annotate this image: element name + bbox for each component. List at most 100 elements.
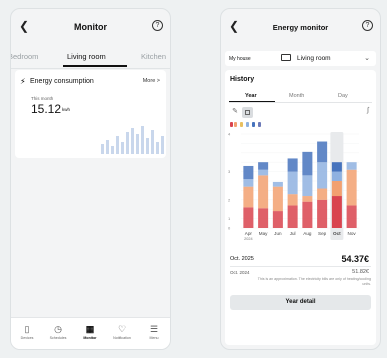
x-tick-label: Apr bbox=[245, 231, 253, 236]
tab-notification[interactable]: ♡ Notification bbox=[108, 323, 136, 340]
mini-bar bbox=[121, 142, 124, 154]
schedule-icon: ◷ bbox=[54, 324, 62, 334]
bar-segment bbox=[346, 162, 357, 170]
compare-period-label: Oct. 2024 bbox=[230, 270, 250, 275]
bar-segment bbox=[346, 205, 357, 228]
tab-day[interactable]: Day bbox=[338, 93, 348, 99]
bar-segment bbox=[287, 194, 298, 206]
history-card: History Year Month Day ✎ ∫ 4 3 2 1 0 Apr 2024 M… bbox=[225, 70, 376, 345]
bar-segment bbox=[243, 165, 254, 180]
mini-bar bbox=[106, 140, 109, 154]
year-detail-button[interactable]: Year detail bbox=[230, 295, 371, 310]
bar-segment bbox=[302, 175, 313, 197]
room-tabs: Bedroom Living room Kitchen bbox=[11, 49, 170, 67]
help-icon[interactable]: ? bbox=[362, 20, 373, 31]
bar-segment bbox=[243, 207, 254, 228]
monitor-screen: ❮ Monitor ? Bedroom Living room Kitchen … bbox=[10, 8, 171, 350]
chevron-down-icon: ⌄ bbox=[364, 55, 370, 62]
page-title: Monitor bbox=[74, 22, 107, 32]
history-title: History bbox=[230, 76, 255, 83]
room-name: Living room bbox=[297, 55, 331, 62]
page-title: Energy monitor bbox=[272, 22, 329, 32]
pencil-icon[interactable]: ✎ bbox=[230, 107, 240, 117]
bottom-tab-bar: ▯ Devices ◷ Schedules ▦ Monitor ♡ Notifi… bbox=[11, 317, 170, 349]
x-tick-label: Jul bbox=[290, 231, 296, 236]
bar-segment bbox=[331, 196, 342, 228]
mini-bar bbox=[111, 146, 114, 154]
back-arrow-icon[interactable]: ❮ bbox=[227, 19, 241, 33]
bar-segment bbox=[287, 205, 298, 228]
x-tick-label: Oct bbox=[333, 231, 341, 236]
tab-label: Menu bbox=[149, 336, 159, 340]
bar-segment bbox=[317, 162, 328, 189]
divider bbox=[229, 102, 372, 103]
help-icon[interactable]: ? bbox=[152, 20, 163, 31]
bar-segment bbox=[302, 196, 313, 202]
period-label: This month bbox=[31, 96, 54, 101]
x-tick-label: Aug bbox=[303, 231, 312, 236]
x-tick-label: Nov bbox=[348, 231, 357, 236]
back-arrow-icon[interactable]: ❮ bbox=[17, 19, 31, 33]
tab-label: Monitor bbox=[83, 336, 97, 340]
tab-label: Schedules bbox=[49, 336, 67, 340]
y-tick-label: 2 bbox=[228, 197, 231, 202]
more-link[interactable]: More > bbox=[143, 78, 160, 84]
history-bar-chart: 4 3 2 1 0 Apr2024 May Jun Jul Aug Sep Oct Nov bbox=[228, 132, 359, 241]
bar-segment bbox=[317, 188, 328, 200]
x-tick-label: Jun bbox=[274, 231, 282, 236]
y-tick-label: 3 bbox=[228, 169, 231, 174]
tab-month[interactable]: Month bbox=[289, 93, 304, 99]
device-icon: ▯ bbox=[24, 324, 30, 334]
tab-living-room[interactable]: Living room bbox=[67, 52, 106, 61]
tab-year[interactable]: Year bbox=[245, 93, 257, 99]
bar-segment bbox=[243, 186, 254, 208]
tab-schedules[interactable]: ◷ Schedules bbox=[44, 323, 72, 340]
disclaimer-note: This is an approximation. The electricit… bbox=[257, 277, 371, 286]
bar-segment bbox=[317, 199, 328, 228]
bar-segment bbox=[287, 158, 298, 172]
tab-kitchen[interactable]: Kitchen bbox=[141, 52, 166, 61]
tab-menu[interactable]: ☰ Menu bbox=[140, 323, 168, 340]
lightning-icon: ⚡︎ bbox=[20, 77, 26, 86]
y-tick-label: 0 bbox=[228, 226, 231, 231]
bar-segment bbox=[272, 186, 283, 212]
tab-bedroom[interactable]: Bedroom bbox=[11, 52, 38, 61]
bar-segment bbox=[331, 171, 342, 181]
header: ❮ Energy monitor ? bbox=[221, 9, 380, 45]
energy-consumption-card[interactable]: ⚡︎ Energy consumption More > This month … bbox=[15, 70, 166, 158]
divider bbox=[11, 68, 170, 69]
mini-bar bbox=[146, 138, 149, 154]
thermometer-icon[interactable]: ∫ bbox=[367, 107, 369, 114]
bar-segment bbox=[258, 162, 269, 170]
mini-bar bbox=[136, 134, 139, 154]
bar-segment bbox=[258, 175, 269, 209]
bar-segment bbox=[302, 201, 313, 228]
legend-swatch bbox=[230, 122, 233, 127]
bar-segment bbox=[287, 171, 298, 195]
mini-bar bbox=[126, 132, 129, 154]
calculator-icon[interactable] bbox=[242, 107, 253, 118]
consumption-unit: kwh bbox=[62, 107, 71, 112]
mini-bar bbox=[151, 130, 154, 154]
period-tabs: Year Month Day bbox=[225, 88, 376, 102]
mini-bar bbox=[101, 144, 104, 154]
bar-segment bbox=[317, 141, 328, 163]
mini-bar bbox=[161, 136, 164, 154]
card-title: Energy consumption bbox=[30, 78, 94, 85]
mini-bar bbox=[116, 136, 119, 154]
x-tick-label: Sep bbox=[318, 231, 327, 236]
bar-segment bbox=[243, 179, 254, 187]
bar-segment bbox=[331, 162, 342, 172]
mini-bar bbox=[131, 128, 134, 154]
divider bbox=[230, 266, 371, 267]
tab-devices[interactable]: ▯ Devices bbox=[13, 323, 41, 340]
tab-monitor[interactable]: ▦ Monitor bbox=[76, 323, 104, 340]
compare-period-value: 51.82€ bbox=[352, 269, 369, 275]
legend-swatch bbox=[240, 122, 243, 127]
tab-label: Devices bbox=[20, 336, 34, 340]
consumption-value: 15.12 bbox=[31, 102, 62, 116]
legend-swatch bbox=[246, 122, 249, 127]
room-selector[interactable]: My house Living room ⌄ bbox=[225, 51, 376, 66]
mini-bar bbox=[156, 142, 159, 154]
x-tick-sublabel: 2024 bbox=[244, 237, 252, 241]
